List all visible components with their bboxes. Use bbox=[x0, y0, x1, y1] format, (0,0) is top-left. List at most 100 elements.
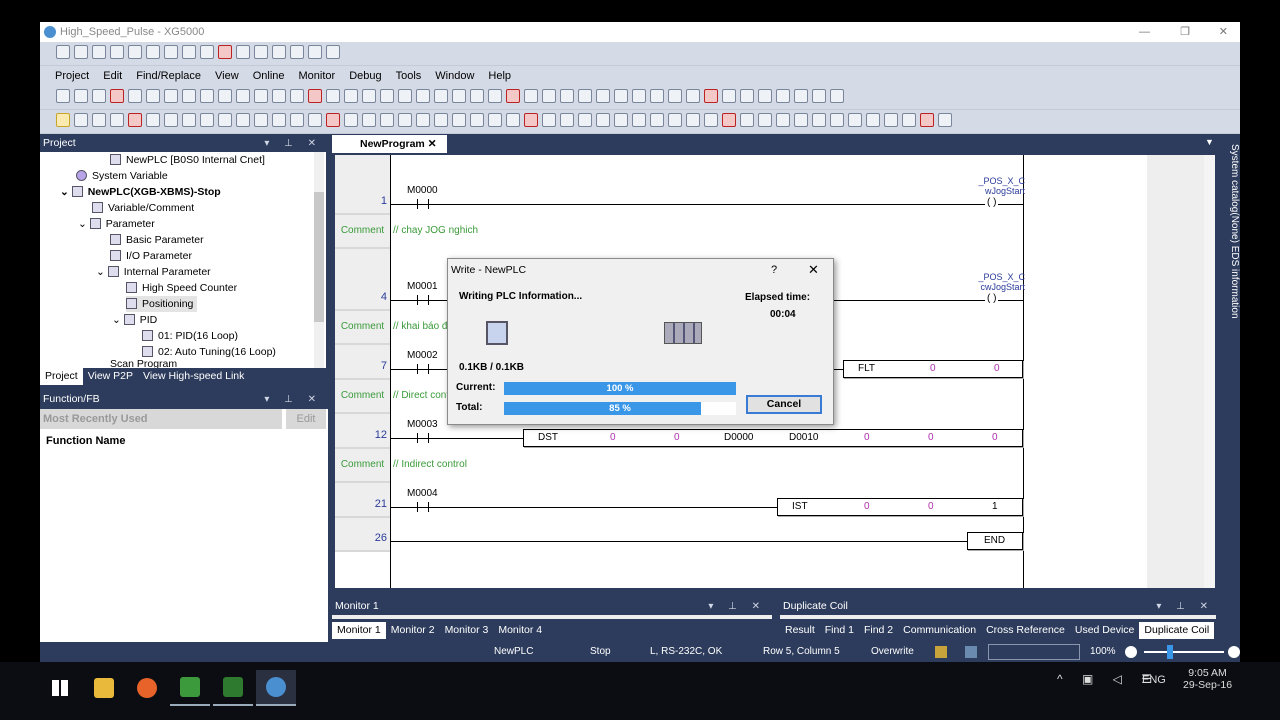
menu-help[interactable]: Help bbox=[481, 66, 518, 86]
toolbar-button-icon[interactable] bbox=[542, 89, 556, 103]
toolbar-button-icon[interactable] bbox=[686, 113, 700, 127]
restore-button[interactable]: ❐ bbox=[1180, 22, 1190, 42]
toolbar-button-icon[interactable] bbox=[200, 113, 214, 127]
tab-view-high-speed-link[interactable]: View High-speed Link bbox=[138, 368, 249, 385]
toolbar-button-icon[interactable] bbox=[146, 89, 160, 103]
toolbar-button-icon[interactable] bbox=[164, 89, 178, 103]
tree-item-pid-loop[interactable]: 01: PID(16 Loop) bbox=[142, 328, 238, 344]
toolbar-button-icon[interactable] bbox=[848, 113, 862, 127]
toolbar-button-icon[interactable] bbox=[380, 113, 394, 127]
taskbar-file-explorer[interactable] bbox=[84, 670, 124, 706]
zoom-in-button[interactable] bbox=[1228, 646, 1240, 658]
toolbar-button-icon[interactable] bbox=[758, 113, 772, 127]
toolbar-button-icon[interactable] bbox=[164, 113, 178, 127]
zoom-slider-thumb[interactable] bbox=[1167, 645, 1173, 659]
tab-cross-reference[interactable]: Cross Reference bbox=[981, 622, 1070, 639]
toolbar-button-icon[interactable] bbox=[524, 113, 538, 127]
cancel-button[interactable]: Cancel bbox=[746, 395, 822, 414]
toolbar-button-icon[interactable] bbox=[272, 45, 286, 59]
toolbar-button-icon[interactable] bbox=[362, 89, 376, 103]
toolbar-button-icon[interactable] bbox=[794, 89, 808, 103]
toolbar-button-icon[interactable] bbox=[578, 89, 592, 103]
panel-controls[interactable]: ▾ ⊥ ✕ bbox=[264, 391, 322, 408]
toolbar-button-icon[interactable] bbox=[704, 89, 718, 103]
menu-project[interactable]: Project bbox=[48, 66, 96, 86]
tab-view-p2p[interactable]: View P2P bbox=[83, 368, 138, 385]
start-button[interactable] bbox=[40, 670, 80, 706]
panel-controls[interactable]: ▾ ⊥ ✕ bbox=[708, 598, 766, 615]
help-button[interactable]: ? bbox=[771, 264, 777, 276]
toolbar-button-icon[interactable] bbox=[254, 89, 268, 103]
menu-window[interactable]: Window bbox=[428, 66, 481, 86]
tab-find-2[interactable]: Find 2 bbox=[859, 622, 898, 639]
tree-item-auto-tuning[interactable]: 02: Auto Tuning(16 Loop) bbox=[142, 344, 276, 360]
panel-controls[interactable]: ▾ ⊥ ✕ bbox=[264, 135, 322, 152]
tab-monitor-2[interactable]: Monitor 2 bbox=[386, 622, 440, 639]
close-tab-icon[interactable]: ✕ bbox=[428, 138, 437, 150]
toolbar-button-icon[interactable] bbox=[218, 89, 232, 103]
toolbar-button-icon[interactable] bbox=[794, 113, 808, 127]
close-button[interactable]: ✕ bbox=[1219, 22, 1228, 42]
taskbar-firefox[interactable] bbox=[127, 670, 167, 706]
toolbar-button-icon[interactable] bbox=[326, 113, 340, 127]
tab-monitor-4[interactable]: Monitor 4 bbox=[493, 622, 547, 639]
toolbar-button-icon[interactable] bbox=[236, 89, 250, 103]
toolbar-button-icon[interactable] bbox=[560, 113, 574, 127]
tab-communication[interactable]: Communication bbox=[898, 622, 981, 639]
toolbar-button-icon[interactable] bbox=[614, 89, 628, 103]
edit-button[interactable]: Edit bbox=[286, 409, 326, 429]
toolbar-button-icon[interactable] bbox=[74, 45, 88, 59]
toolbar-button-icon[interactable] bbox=[182, 89, 196, 103]
toolbar-button-icon[interactable] bbox=[650, 113, 664, 127]
toolbar-button-icon[interactable] bbox=[902, 113, 916, 127]
toolbar-button-icon[interactable] bbox=[290, 45, 304, 59]
taskbar-app-c2[interactable] bbox=[213, 670, 253, 706]
tree-item-positioning[interactable]: Positioning bbox=[126, 296, 198, 312]
tree-item-scan-program[interactable]: Scan Program bbox=[110, 360, 177, 368]
clock[interactable]: 9:05 AM 29-Sep-16 bbox=[1183, 667, 1232, 691]
toolbar-button-icon[interactable] bbox=[92, 113, 106, 127]
toolbar-button-icon[interactable] bbox=[74, 89, 88, 103]
toolbar-button-icon[interactable] bbox=[272, 113, 286, 127]
toolbar-button-icon[interactable] bbox=[740, 89, 754, 103]
toolbar-button-icon[interactable] bbox=[128, 45, 142, 59]
view-mode-toggle[interactable] bbox=[988, 644, 1080, 660]
toolbar-button-icon[interactable] bbox=[776, 89, 790, 103]
vertical-scrollbar[interactable] bbox=[1204, 155, 1215, 588]
toolbar-button-icon[interactable] bbox=[488, 89, 502, 103]
toolbar-button-icon[interactable] bbox=[92, 45, 106, 59]
toolbar-button-icon[interactable] bbox=[362, 113, 376, 127]
toolbar-button-icon[interactable] bbox=[434, 113, 448, 127]
toolbar-button-icon[interactable] bbox=[74, 113, 88, 127]
toolbar-button-icon[interactable] bbox=[290, 113, 304, 127]
toolbar-button-icon[interactable] bbox=[254, 113, 268, 127]
toolbar-button-icon[interactable] bbox=[632, 113, 646, 127]
toolbar-button-icon[interactable] bbox=[452, 113, 466, 127]
toolbar-button-icon[interactable] bbox=[470, 113, 484, 127]
tree-item-internal-parameter[interactable]: ⌄ Internal Parameter bbox=[96, 264, 211, 280]
toolbar-button-icon[interactable] bbox=[596, 113, 610, 127]
toolbar-button-icon[interactable] bbox=[398, 89, 412, 103]
toolbar-button-icon[interactable] bbox=[434, 89, 448, 103]
menu-view[interactable]: View bbox=[208, 66, 246, 86]
toolbar-button-icon[interactable] bbox=[812, 113, 826, 127]
language-indicator[interactable]: ENG bbox=[1142, 674, 1166, 686]
toolbar-button-icon[interactable] bbox=[182, 113, 196, 127]
zoom-slider[interactable] bbox=[1144, 651, 1224, 653]
minimize-button[interactable]: — bbox=[1139, 22, 1150, 42]
toolbar-button-icon[interactable] bbox=[632, 89, 646, 103]
toolbar-button-icon[interactable] bbox=[830, 89, 844, 103]
toolbar-button-icon[interactable] bbox=[470, 89, 484, 103]
toolbar-button-icon[interactable] bbox=[110, 45, 124, 59]
toolbar-button-icon[interactable] bbox=[110, 89, 124, 103]
tab-newprogram[interactable]: NewProgram ✕ bbox=[332, 135, 447, 153]
menu-debug[interactable]: Debug bbox=[342, 66, 388, 86]
toolbar-button-icon[interactable] bbox=[542, 113, 556, 127]
toolbar-button-icon[interactable] bbox=[272, 89, 286, 103]
toolbar-button-icon[interactable] bbox=[236, 113, 250, 127]
toolbar-button-icon[interactable] bbox=[524, 89, 538, 103]
tree-item-system-variable[interactable]: System Variable bbox=[76, 168, 168, 184]
tab-duplicate-coil[interactable]: Duplicate Coil bbox=[1139, 622, 1215, 639]
toolbar-button-icon[interactable] bbox=[560, 89, 574, 103]
toolbar-button-icon[interactable] bbox=[344, 113, 358, 127]
